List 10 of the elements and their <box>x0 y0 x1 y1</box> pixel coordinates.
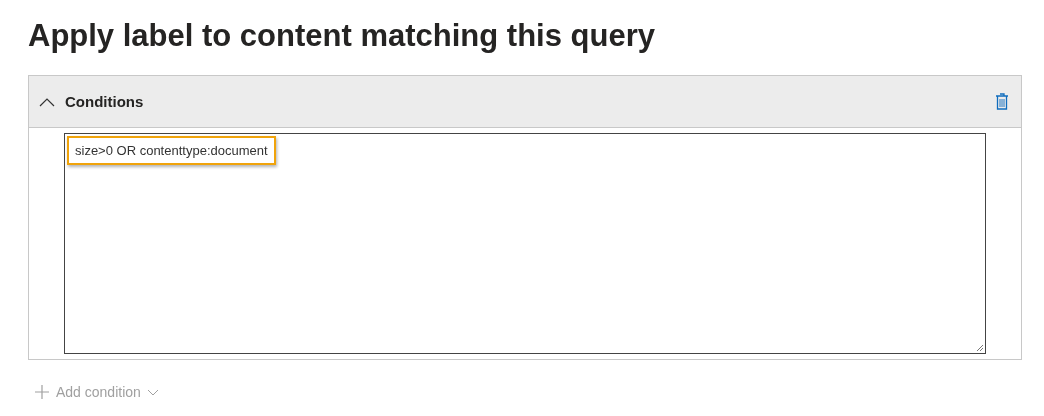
plus-icon <box>34 384 50 400</box>
query-field[interactable]: size>0 OR contenttype:document <box>64 133 986 354</box>
resize-grip-icon[interactable] <box>976 344 984 352</box>
conditions-title: Conditions <box>65 93 145 110</box>
query-text: size>0 OR contenttype:document <box>67 136 276 165</box>
delete-icon[interactable] <box>995 93 1009 110</box>
page-title: Apply label to content matching this query <box>28 17 656 55</box>
chevron-icon[interactable] <box>39 96 55 107</box>
chevron-down-icon <box>146 388 159 396</box>
conditions-header[interactable]: Conditions <box>29 76 1021 128</box>
